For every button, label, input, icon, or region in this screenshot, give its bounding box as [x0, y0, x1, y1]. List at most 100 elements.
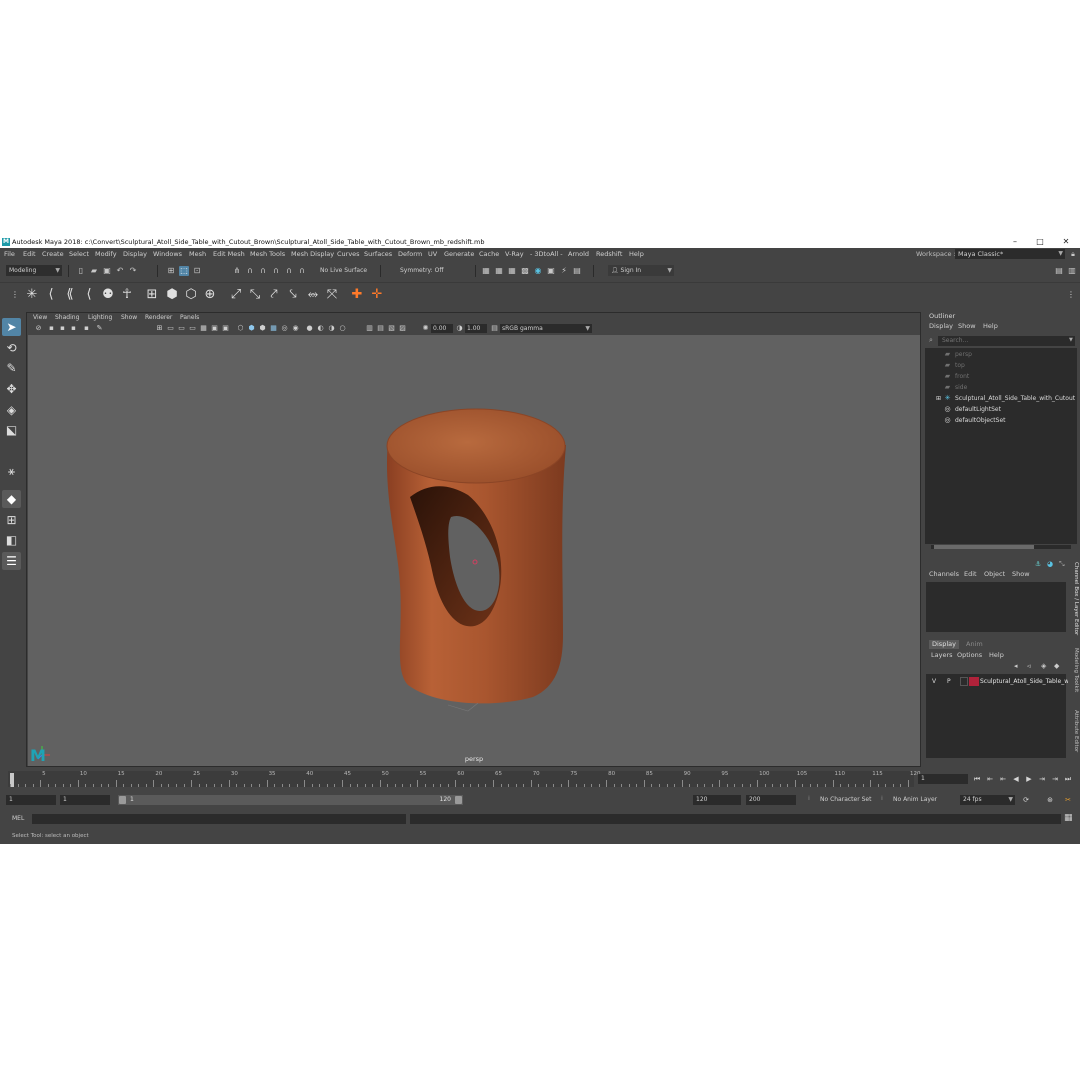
playback-start-field[interactable]: 1	[60, 795, 110, 805]
move-layer-down-icon[interactable]: ◃	[1027, 662, 1031, 670]
save-scene-icon[interactable]: ▣	[102, 266, 112, 276]
loop-icon[interactable]: ⟳	[1021, 794, 1031, 806]
redo-icon[interactable]: ↷	[128, 266, 138, 276]
animation-end-field[interactable]: 200	[746, 795, 796, 805]
isolate-select-icon[interactable]: ▥	[365, 324, 374, 333]
layer-playback-toggle[interactable]: P	[947, 676, 951, 687]
menu-deform[interactable]: Deform	[398, 248, 422, 260]
resolution-gate-icon[interactable]: ▭	[177, 324, 186, 333]
select-tool-icon[interactable]: ➤	[2, 318, 21, 336]
lattice-shelf-icon[interactable]: ⊞	[144, 287, 160, 303]
menu-file[interactable]: File	[4, 248, 15, 260]
grid-icon[interactable]: ⊞	[155, 324, 164, 333]
bezier-shelf-icon[interactable]: ⤥	[285, 287, 301, 303]
layer-menu-options[interactable]: Options	[957, 651, 982, 659]
shelf-scroll-icon[interactable]: ⋮	[1063, 287, 1079, 303]
skeleton-shelf-icon[interactable]: ☥	[119, 287, 135, 303]
anti-aliasing-icon[interactable]: ◑	[327, 324, 336, 333]
motion-blur-icon[interactable]: ◐	[316, 324, 325, 333]
safe-title-icon[interactable]: ▣	[221, 324, 230, 333]
play-forwards-icon[interactable]: ▶	[1024, 773, 1034, 785]
grease-pencil-icon[interactable]: ✎	[95, 324, 104, 333]
channel-box-menu-edit[interactable]: Edit	[964, 570, 977, 578]
playback-end-field[interactable]: 120	[693, 795, 741, 805]
move-pivot-shelf-icon[interactable]: ✛	[369, 287, 385, 303]
show-manipulator-icon[interactable]: ⚹	[2, 462, 21, 480]
menu-mesh-tools[interactable]: Mesh Tools	[250, 248, 285, 260]
layer-reference-toggle[interactable]	[960, 677, 968, 686]
maximize-button[interactable]: □	[1028, 236, 1052, 248]
viewport-menu-view[interactable]: View	[33, 313, 47, 323]
symmetry-label[interactable]: Symmetry: Off	[397, 265, 447, 276]
shelf-settings-icon[interactable]: ⋮	[7, 287, 23, 303]
anim-layer-dropdown[interactable]: No Anim Layer	[890, 795, 952, 805]
script-editor-icon[interactable]: ▦	[1064, 813, 1073, 823]
time-slider-track[interactable]: 5 10 15 20 25 30 35 40 45 50 55 60 65 70 75 80 85 90 95 100…	[8, 771, 921, 787]
xray-components-icon[interactable]: ▨	[398, 324, 407, 333]
safe-action-icon[interactable]: ▣	[210, 324, 219, 333]
tab-channel-box-layer-editor[interactable]: Channel Box / Layer Editor	[1069, 562, 1079, 635]
step-back-key-icon[interactable]: ⇤	[998, 773, 1008, 785]
animation-start-field[interactable]: 1	[6, 795, 56, 805]
image-plane-icon[interactable]: ▪	[69, 324, 78, 333]
current-frame-field[interactable]: 1	[918, 774, 968, 784]
go-to-start-icon[interactable]: ⏮	[972, 773, 982, 785]
layer-menu-help[interactable]: Help	[989, 651, 1004, 659]
snap-point-icon[interactable]: ∩	[258, 266, 268, 276]
workspace-dropdown[interactable]: Maya Classic* ▼	[955, 249, 1065, 259]
2d-pan-zoom-icon[interactable]: ▪	[82, 324, 91, 333]
arnold-icon[interactable]: ⚡︎	[559, 266, 569, 276]
menu-3dtoall[interactable]: - 3DtoAll -	[530, 248, 563, 260]
pencil-curve-shelf-icon[interactable]: ⤤	[266, 287, 282, 303]
outliner-item-default-object-set[interactable]: ◎ defaultObjectSet	[925, 415, 1075, 426]
snap-surface-icon[interactable]: ∩	[284, 266, 294, 276]
color-space-dropdown[interactable]: sRGB gamma ▼	[500, 324, 592, 333]
single-perspective-layout-icon[interactable]: ◆	[2, 490, 21, 508]
menu-edit[interactable]: Edit	[23, 248, 36, 260]
menu-edit-mesh[interactable]: Edit Mesh	[213, 248, 245, 260]
step-forward-frame-icon[interactable]: ⇥	[1050, 773, 1060, 785]
outliner-item-default-light-set[interactable]: ◎ defaultLightSet	[925, 404, 1075, 415]
menu-select[interactable]: Select	[69, 248, 89, 260]
menu-create[interactable]: Create	[42, 248, 64, 260]
color-management-icon[interactable]: ▤	[490, 324, 499, 333]
lock-icon[interactable]: 🔒︎	[1068, 249, 1078, 259]
move-tool-icon[interactable]: ✥	[2, 380, 21, 398]
menu-generate[interactable]: Generate	[444, 248, 474, 260]
toggle-attribute-editor-icon[interactable]: ▥	[1067, 266, 1077, 276]
gamma-field[interactable]: 1.00	[465, 324, 487, 333]
field-chart-icon[interactable]: ▦	[199, 324, 208, 333]
textured-icon[interactable]: ▦	[269, 324, 278, 333]
layer-visibility-toggle[interactable]: V	[932, 676, 936, 687]
arc-shelf-icon[interactable]: ⥈	[305, 287, 321, 303]
move-layer-up-icon[interactable]: ◂	[1014, 662, 1018, 670]
select-hierarchy-icon[interactable]: ⊞	[166, 266, 176, 276]
lasso-tool-icon[interactable]: ⟲	[2, 339, 21, 357]
outliner-item-side[interactable]: ▰ side	[925, 382, 1075, 393]
xray-icon[interactable]: ▤	[376, 324, 385, 333]
menu-surfaces[interactable]: Surfaces	[364, 248, 392, 260]
exposure-icon[interactable]: ✺	[421, 324, 430, 333]
tab-display[interactable]: Display	[929, 640, 959, 649]
mode-dropdown[interactable]: Modeling ▼	[6, 265, 62, 276]
exposure-field[interactable]: 0.00	[431, 324, 453, 333]
outliner-item-table-group[interactable]: ⊞ ✳ Sculptural_Atoll_Side_Table_with_Cut…	[925, 393, 1075, 404]
camera-select-icon[interactable]: ⊘	[34, 324, 43, 333]
bookmarks-icon[interactable]: ▪	[58, 324, 67, 333]
menu-mesh[interactable]: Mesh	[189, 248, 206, 260]
menu-modify[interactable]: Modify	[95, 248, 117, 260]
channel-box-area[interactable]	[926, 582, 1066, 632]
range-end-handle[interactable]	[455, 796, 462, 804]
snap-view-icon[interactable]: ∩	[271, 266, 281, 276]
menu-curves[interactable]: Curves	[337, 248, 360, 260]
add-pivot-shelf-icon[interactable]: ✚	[349, 287, 365, 303]
viewport-menu-shading[interactable]: Shading	[55, 313, 79, 323]
scrollbar-thumb[interactable]	[934, 545, 1034, 549]
channel-box-menu-show[interactable]: Show	[1012, 570, 1030, 578]
outliner-menu-help[interactable]: Help	[983, 322, 998, 330]
mel-label[interactable]: MEL	[12, 814, 24, 824]
channel-box-menu-channels[interactable]: Channels	[929, 570, 959, 578]
channel-box-tool-icon[interactable]: ⚓︎	[1035, 560, 1041, 568]
new-layer-selected-icon[interactable]: ◆	[1054, 662, 1059, 670]
range-start-handle[interactable]	[119, 796, 126, 804]
